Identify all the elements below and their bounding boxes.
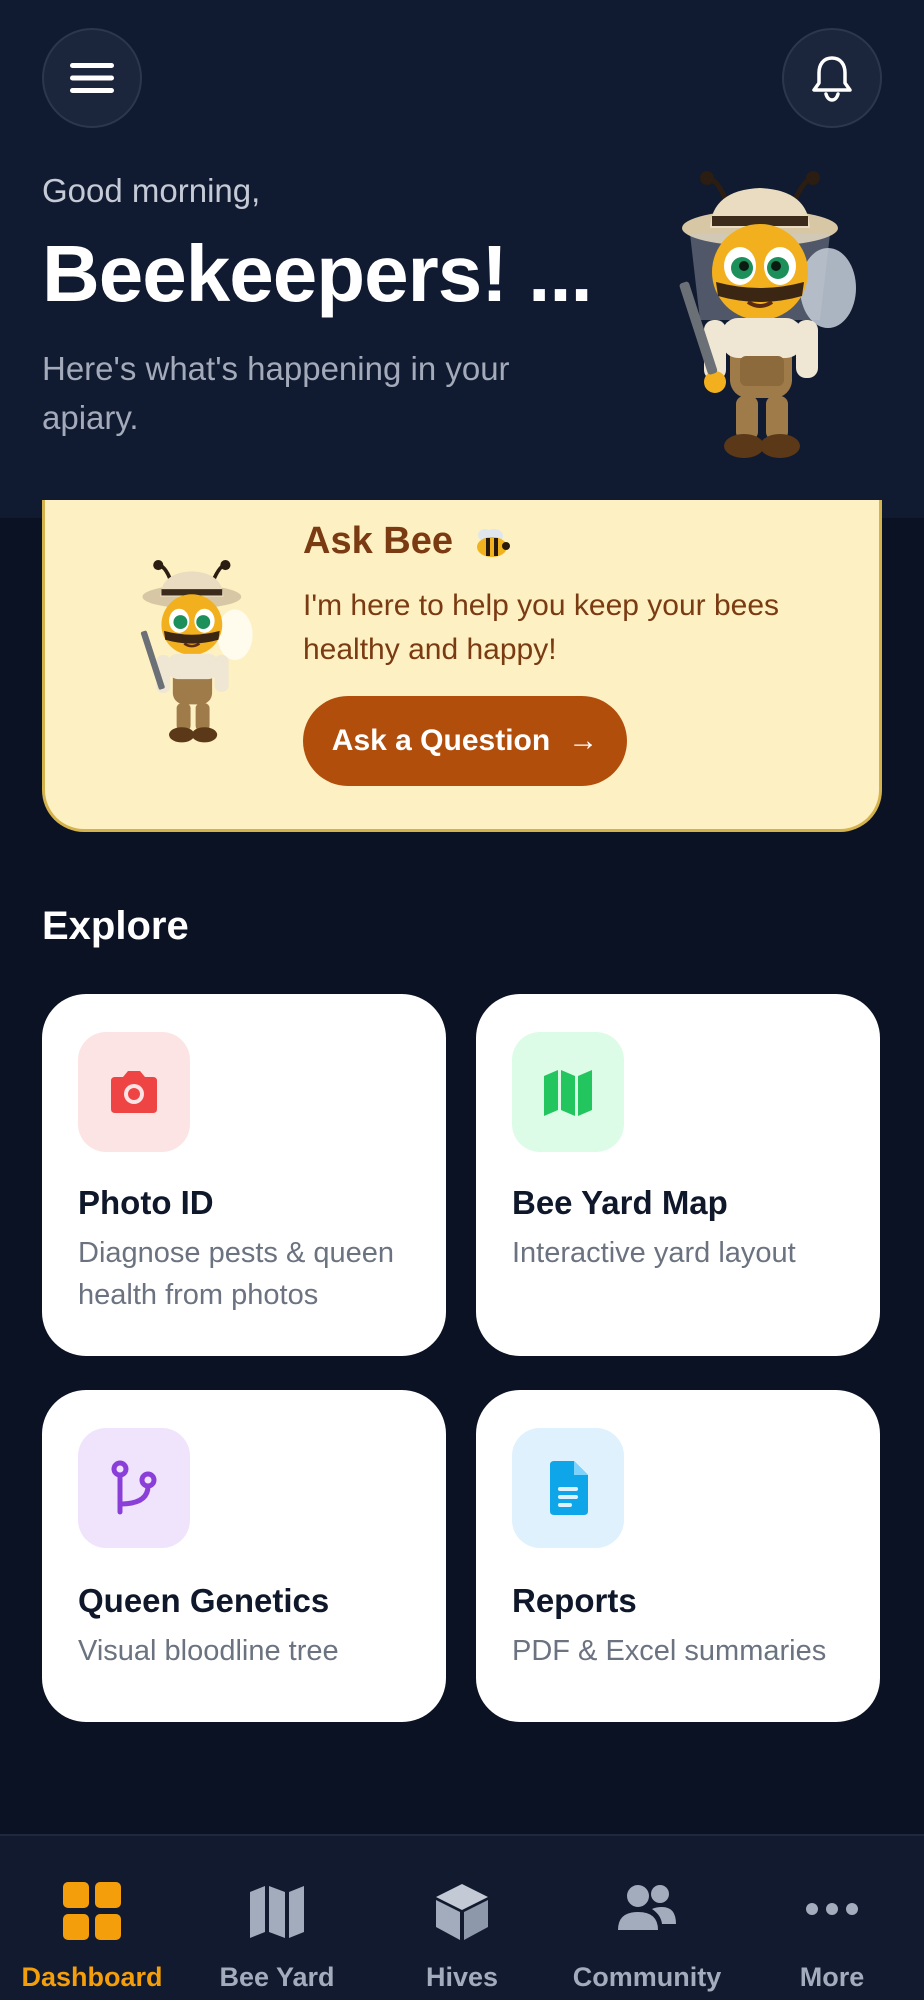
bee-yard-map-icon-tile: [512, 1032, 624, 1152]
card-description: Visual bloodline tree: [78, 1635, 339, 1667]
ask-bee-title-text: Ask Bee: [303, 520, 453, 562]
nav-label: Dashboard: [21, 1962, 163, 1992]
card-title: Bee Yard Map: [512, 1184, 728, 1221]
map-icon: [250, 1886, 304, 1938]
more-icon: [806, 1903, 858, 1915]
photo-id-icon-tile: [78, 1032, 190, 1152]
bee-mascot-illustration: [679, 171, 856, 458]
welcome-heading: Beekeepers! ...: [42, 229, 593, 318]
ask-question-button-label: Ask a Question: [331, 724, 551, 757]
box-icon: [436, 1884, 488, 1940]
nav-label: Bee Yard: [219, 1962, 335, 1992]
card-description: Interactive yard layout: [512, 1237, 796, 1269]
document-icon: [550, 1461, 588, 1515]
queen-genetics-icon-tile: [78, 1428, 190, 1548]
photo-id-card[interactable]: Photo ID Diagnose pests & queen health f…: [42, 994, 446, 1356]
header: Good morning, Beekeepers! ... Here's wha…: [0, 0, 924, 518]
notifications-button[interactable]: [782, 28, 882, 128]
people-icon: [618, 1885, 676, 1930]
grid-icon: [63, 1882, 121, 1940]
nav-item-hives[interactable]: Hives: [370, 1836, 554, 2000]
nav-item-more[interactable]: More: [740, 1836, 924, 2000]
bottom-navigation: Dashboard Bee Yard Hives Community More: [0, 1834, 924, 2000]
card-title: Reports: [512, 1582, 637, 1619]
queen-genetics-card[interactable]: Queen Genetics Visual bloodline tree: [42, 1390, 446, 1722]
ask-bee-card: Ask Bee I'm here to help you keep your b…: [42, 500, 882, 832]
nav-item-bee-yard[interactable]: Bee Yard: [185, 1836, 369, 2000]
branch-icon: [111, 1460, 157, 1515]
camera-icon: [111, 1071, 157, 1113]
bee-icon: [476, 528, 510, 557]
nav-item-community[interactable]: Community: [555, 1836, 739, 2000]
dashboard-screen: Good morning, Beekeepers! ... Here's wha…: [0, 0, 924, 2000]
map-icon: [544, 1070, 592, 1116]
card-title: Photo ID: [78, 1184, 214, 1221]
arrow-right-icon: →: [568, 724, 599, 757]
nav-label: Community: [572, 1962, 722, 1992]
greeting-text: Good morning,: [42, 172, 261, 209]
bee-yard-map-card[interactable]: Bee Yard Map Interactive yard layout: [476, 994, 880, 1356]
card-description: PDF & Excel summaries: [512, 1635, 827, 1667]
reports-card[interactable]: Reports PDF & Excel summaries: [476, 1390, 880, 1722]
reports-icon-tile: [512, 1428, 624, 1548]
bee-mascot-small-illustration: [140, 560, 253, 743]
menu-button[interactable]: [42, 28, 142, 128]
nav-label: More: [799, 1962, 865, 1992]
card-title: Queen Genetics: [78, 1582, 330, 1619]
nav-item-dashboard[interactable]: Dashboard: [0, 1836, 184, 2000]
hamburger-icon: [70, 63, 114, 93]
ask-question-button[interactable]: Ask a Question →: [303, 696, 627, 786]
card-description: Diagnose pests & queen health from photo…: [78, 1237, 394, 1311]
explore-heading: Explore: [42, 904, 189, 948]
ask-bee-description: I'm here to help you keep your bees heal…: [303, 589, 780, 666]
ask-bee-title: Ask Bee: [303, 520, 512, 563]
bell-icon: [812, 56, 852, 102]
nav-label: Hives: [425, 1962, 499, 1992]
header-subtitle: Here's what's happening in your apiary.: [42, 350, 510, 436]
